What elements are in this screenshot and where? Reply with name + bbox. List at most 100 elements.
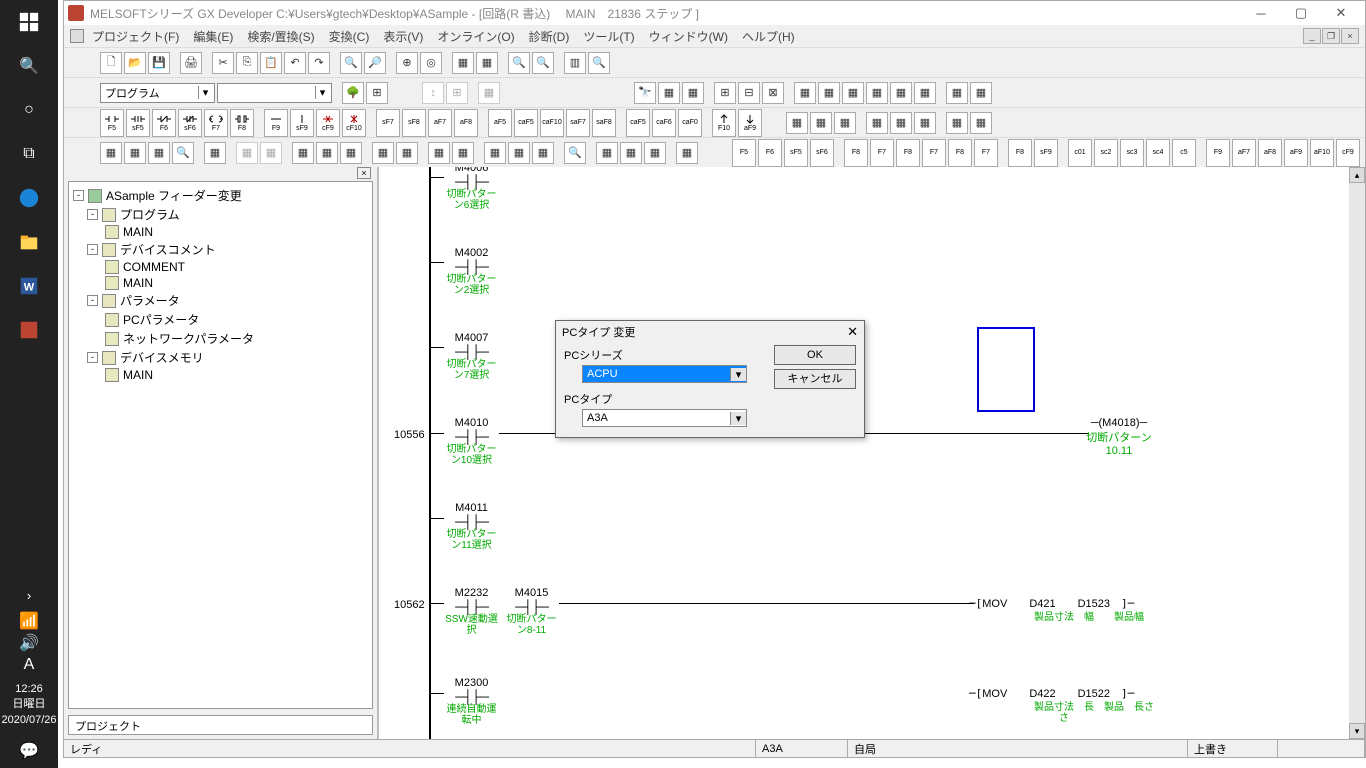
tool-row3g[interactable]: ▦ (946, 112, 968, 134)
r4-l[interactable]: ▦ (396, 142, 418, 164)
zoom-in-button[interactable]: ⊕ (396, 52, 418, 74)
r4-f[interactable]: ▦ (236, 142, 258, 164)
tool-row3f[interactable]: ▦ (914, 112, 936, 134)
contact-sf6[interactable]: sF6 (178, 109, 202, 137)
del-cf9[interactable]: cF9 (316, 109, 340, 137)
tool-row3a[interactable]: ▦ (786, 112, 808, 134)
print-button[interactable]: 🖨 (180, 52, 202, 74)
tool-k[interactable]: ⊟ (738, 82, 760, 104)
tool-row3c[interactable]: ▦ (834, 112, 856, 134)
r4-n[interactable]: ▦ (452, 142, 474, 164)
r4-f8c[interactable]: F8 (948, 139, 972, 167)
tree-pcparam[interactable]: PCパラメータ (123, 311, 199, 328)
r4-g[interactable]: ▦ (260, 142, 282, 164)
sym-f10[interactable]: F10 (712, 109, 736, 137)
mdi-restore[interactable]: ❐ (1322, 28, 1340, 44)
tool-d-button[interactable]: 🔍 (588, 52, 610, 74)
r4-sc4[interactable]: sc4 (1146, 139, 1170, 167)
sym-caf10[interactable]: caF10 (540, 109, 564, 137)
r4-f8b[interactable]: F8 (896, 139, 920, 167)
new-button[interactable]: 🗋 (100, 52, 122, 74)
tool-e[interactable]: ↕ (422, 82, 444, 104)
r4-s[interactable]: ▦ (596, 142, 618, 164)
copy-button[interactable]: ⎘ (236, 52, 258, 74)
redo-button[interactable]: ↷ (308, 52, 330, 74)
sidebar-close[interactable]: × (357, 167, 371, 179)
tree-main3[interactable]: MAIN (123, 368, 153, 382)
tool-row3h[interactable]: ▦ (970, 112, 992, 134)
tree-main2[interactable]: MAIN (123, 276, 153, 290)
sym-caf6[interactable]: caF6 (652, 109, 676, 137)
r4-f9[interactable]: F9 (1206, 139, 1230, 167)
r4-sc3[interactable]: sc3 (1120, 139, 1144, 167)
r4-h[interactable]: ▦ (292, 142, 314, 164)
sym-af7[interactable]: aF7 (428, 109, 452, 137)
tool-s[interactable]: ▦ (946, 82, 968, 104)
search-icon[interactable]: 🔍 (0, 44, 58, 88)
menu-view[interactable]: 表示(V) (377, 26, 429, 47)
start-button[interactable] (0, 0, 58, 44)
menu-search[interactable]: 検索/置換(S) (241, 26, 320, 47)
r4-cf9[interactable]: cF9 (1336, 139, 1360, 167)
r4-q[interactable]: ▦ (532, 142, 554, 164)
r4-af7[interactable]: aF7 (1232, 139, 1256, 167)
r4-sf5[interactable]: sF5 (784, 139, 808, 167)
volume-icon[interactable]: 🔊 (0, 632, 58, 654)
vline-sf9[interactable]: sF9 (290, 109, 314, 137)
r4-d[interactable]: 🔍 (172, 142, 194, 164)
r4-c01[interactable]: c01 (1068, 139, 1092, 167)
tool-r[interactable]: ▦ (914, 82, 936, 104)
explorer-icon[interactable] (0, 220, 58, 264)
close-button[interactable]: ✕ (1321, 1, 1361, 25)
menu-online[interactable]: オンライン(O) (431, 26, 520, 47)
project-tree[interactable]: -ASample フィーダー変更 -プログラム MAIN -デバイスコメント C… (68, 181, 373, 709)
open-button[interactable]: 📂 (124, 52, 146, 74)
program-combo[interactable]: プログラム▾ (100, 83, 215, 103)
tree-devcom[interactable]: デバイスコメント (120, 241, 216, 258)
tool-p[interactable]: ▦ (866, 82, 888, 104)
series-combo[interactable]: ACPU▾ (582, 365, 747, 383)
tool-g[interactable]: ▦ (478, 82, 500, 104)
menu-convert[interactable]: 変換(C) (323, 26, 376, 47)
minimize-button[interactable]: ─ (1241, 1, 1281, 25)
tool-row3e[interactable]: ▦ (890, 112, 912, 134)
menu-diagnostics[interactable]: 診断(D) (523, 26, 576, 47)
r4-c5[interactable]: c5 (1172, 139, 1196, 167)
sym-sf7[interactable]: sF7 (376, 109, 400, 137)
r4-p[interactable]: ▦ (508, 142, 530, 164)
r4-m[interactable]: ▦ (428, 142, 450, 164)
menu-project[interactable]: プロジェクト(F) (86, 26, 185, 47)
r4-o[interactable]: ▦ (484, 142, 506, 164)
r4-sf6[interactable]: sF6 (810, 139, 834, 167)
dialog-close[interactable]: ✕ (847, 324, 858, 340)
ladder-canvas[interactable]: M4006─┤├─切断パターン6選択 M4002─┤├─切断パターン2選択 M4… (379, 167, 1365, 739)
network-icon[interactable]: 📶 (0, 610, 58, 632)
mdi-minimize[interactable]: _ (1303, 28, 1321, 44)
sym-saf7[interactable]: saF7 (566, 109, 590, 137)
sidebar-tab-project[interactable]: プロジェクト (68, 715, 373, 735)
tool-c-button[interactable]: ▥ (564, 52, 586, 74)
hline-f9[interactable]: F9 (264, 109, 288, 137)
find-button[interactable]: 🔍 (340, 52, 362, 74)
save-button[interactable]: 💾 (148, 52, 170, 74)
sym-saf8[interactable]: saF8 (592, 109, 616, 137)
r4-c[interactable]: ▦ (148, 142, 170, 164)
r4-t[interactable]: ▦ (620, 142, 642, 164)
r4-v[interactable]: ▦ (676, 142, 698, 164)
tree-comment[interactable]: COMMENT (123, 260, 185, 274)
type-combo[interactable]: A3A▾ (582, 409, 747, 427)
r4-af9[interactable]: aF9 (1284, 139, 1308, 167)
r4-f7a[interactable]: F7 (870, 139, 894, 167)
tool-b-button[interactable]: ▦ (476, 52, 498, 74)
contact-sf5[interactable]: sF5 (126, 109, 150, 137)
r4-f6[interactable]: F6 (758, 139, 782, 167)
gxdev-icon[interactable] (0, 308, 58, 352)
r4-a[interactable]: ▦ (100, 142, 122, 164)
zoom-cross-button[interactable]: ◎ (420, 52, 442, 74)
cancel-button[interactable]: キャンセル (774, 369, 856, 389)
r4-e[interactable]: ▦ (204, 142, 226, 164)
tree-main1[interactable]: MAIN (123, 225, 153, 239)
word-icon[interactable]: W (0, 264, 58, 308)
tool-h[interactable]: ▦ (658, 82, 680, 104)
r4-f7b[interactable]: F7 (922, 139, 946, 167)
